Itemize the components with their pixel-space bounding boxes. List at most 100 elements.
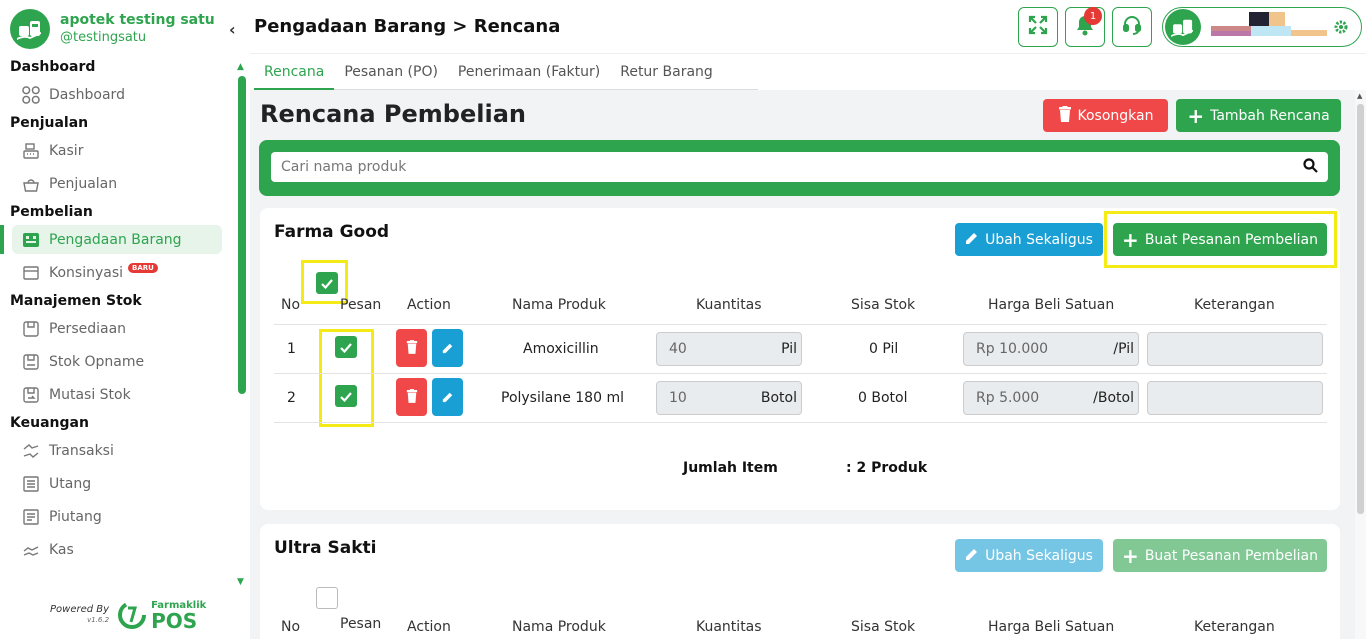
price-unit: /Botol	[1093, 390, 1134, 406]
tab-penerimaan[interactable]: Penerimaan (Faktur)	[448, 56, 610, 90]
price-value: Rp 10.000	[976, 341, 1049, 357]
col-nama-produk: Nama Produk	[512, 619, 606, 635]
buat-pesanan-button[interactable]: + Buat Pesanan Pembelian	[1113, 223, 1327, 256]
col-action: Action	[407, 619, 451, 635]
supplier-name: Ultra Sakti	[274, 538, 377, 558]
divider	[274, 373, 1327, 374]
page-heading: Rencana Pembelian	[260, 100, 526, 128]
redacted-user-info	[1211, 12, 1331, 42]
price-unit: /Pil	[1113, 341, 1134, 357]
sidebar-item-piutang[interactable]: Piutang	[0, 500, 234, 533]
edit-button[interactable]	[432, 329, 463, 367]
tab-pesanan[interactable]: Pesanan (PO)	[334, 56, 448, 90]
row-checkbox[interactable]	[335, 385, 357, 407]
delete-button[interactable]	[396, 329, 427, 367]
price-field[interactable]: Rp 5.000 /Botol	[963, 381, 1139, 415]
sidebar-scrollbar[interactable]: ▲ ▼	[236, 62, 248, 587]
search-icon[interactable]	[1303, 157, 1318, 177]
quantity-value: 10	[669, 390, 687, 406]
plus-icon: +	[1187, 103, 1205, 128]
product-name: Polysilane 180 ml	[501, 390, 624, 406]
sidebar-item-penjualan[interactable]: Penjualan	[0, 167, 234, 200]
ubah-sekaligus-button[interactable]: Ubah Sekaligus	[955, 539, 1103, 572]
sidebar-item-label: Transaksi	[49, 442, 114, 459]
note-field[interactable]	[1147, 381, 1323, 415]
powered-by: Powered By v1.6.2 Farmaklik POS	[50, 600, 206, 631]
cash-register-icon	[22, 142, 40, 160]
farmaklik-logo: Farmaklik POS	[117, 600, 206, 631]
check-icon	[340, 387, 352, 406]
quantity-unit: Botol	[760, 390, 797, 406]
col-no: No	[281, 619, 301, 635]
search-bar	[259, 140, 1340, 196]
sidebar-item-dashboard[interactable]: Dashboard	[0, 78, 234, 111]
consign-icon	[22, 264, 40, 282]
tambah-rencana-button[interactable]: + Tambah Rencana	[1176, 99, 1341, 132]
col-sisa-stok: Sisa Stok	[851, 619, 916, 635]
section-manajemen-stok: Manajemen Stok	[10, 293, 142, 309]
ubah-sekaligus-label: Ubah Sekaligus	[985, 231, 1093, 248]
summary-value: : 2 Produk	[846, 460, 928, 476]
fullscreen-icon	[1028, 15, 1048, 39]
sidebar-item-utang[interactable]: Utang	[0, 467, 234, 500]
price-field[interactable]: Rp 10.000 /Pil	[963, 332, 1139, 366]
cash-hand-icon	[22, 541, 40, 559]
row-checkbox[interactable]	[335, 336, 357, 358]
sidebar-item-label: Mutasi Stok	[49, 386, 131, 403]
sidebar-item-pengadaan-barang[interactable]: Pengadaan Barang	[0, 225, 222, 254]
receipt-icon	[22, 508, 40, 526]
select-all-checkbox[interactable]	[316, 587, 338, 609]
box-icon	[22, 320, 40, 338]
kosongkan-button[interactable]: Kosongkan	[1043, 99, 1168, 132]
list-icon	[22, 475, 40, 493]
plus-icon: +	[1122, 227, 1139, 252]
content-area: Rencana Pembelian Kosongkan + Tambah Ren…	[250, 90, 1355, 639]
sidebar-nav: Dashboard Dashboard Penjualan Kasir Penj…	[0, 56, 234, 566]
content-scroll-thumb[interactable]	[1357, 104, 1364, 514]
tab-bar: Rencana Pesanan (PO) Penerimaan (Faktur)…	[254, 56, 758, 90]
main-area: Pengadaan Barang > Rencana 1 Rencana Pes…	[250, 0, 1366, 639]
col-sisa-stok: Sisa Stok	[851, 297, 916, 313]
scroll-down-icon[interactable]: ▼	[237, 577, 244, 587]
profile-menu[interactable]	[1162, 7, 1362, 47]
tab-rencana[interactable]: Rencana	[254, 56, 335, 90]
sidebar-item-stok-opname[interactable]: Stok Opname	[0, 345, 234, 378]
delete-button[interactable]	[396, 378, 427, 416]
edit-button[interactable]	[432, 378, 463, 416]
col-harga-beli: Harga Beli Satuan	[988, 297, 1115, 313]
search-box	[271, 152, 1328, 182]
quantity-field[interactable]: 40 Pil	[656, 332, 802, 366]
gear-icon[interactable]	[1333, 19, 1349, 39]
note-field[interactable]	[1147, 332, 1323, 366]
sidebar-scroll-thumb[interactable]	[238, 76, 246, 394]
support-button[interactable]	[1112, 7, 1152, 47]
col-nama-produk: Nama Produk	[512, 297, 606, 313]
sidebar-item-konsinyasi[interactable]: Konsinyasi BARU	[0, 256, 234, 289]
col-pesan: Pesan	[340, 297, 382, 313]
search-input[interactable]	[281, 159, 1303, 175]
ubah-sekaligus-button[interactable]: Ubah Sekaligus	[955, 223, 1103, 256]
scroll-up-icon[interactable]: ▲	[237, 62, 244, 72]
section-dashboard: Dashboard	[10, 59, 96, 75]
trash-icon	[406, 388, 418, 407]
select-all-checkbox[interactable]	[316, 272, 338, 294]
basket-icon	[22, 175, 40, 193]
quantity-field[interactable]: 10 Botol	[656, 381, 802, 415]
trash-icon	[406, 339, 418, 358]
buat-pesanan-button[interactable]: + Buat Pesanan Pembelian	[1113, 539, 1327, 572]
sidebar-item-label: Pengadaan Barang	[49, 231, 182, 248]
price-value: Rp 5.000	[976, 390, 1040, 406]
sidebar-item-kasir[interactable]: Kasir	[0, 134, 234, 167]
collapse-sidebar-icon[interactable]: ‹	[229, 20, 236, 39]
grid-icon	[22, 85, 40, 104]
scroll-up-icon[interactable]: ▲	[1357, 92, 1362, 100]
fullscreen-button[interactable]	[1018, 7, 1058, 47]
col-harga-beli: Harga Beli Satuan	[988, 619, 1115, 635]
sidebar-item-mutasi-stok[interactable]: Mutasi Stok	[0, 378, 234, 411]
content-scrollbar[interactable]: ▲	[1355, 90, 1366, 639]
sidebar-item-kas[interactable]: Kas	[0, 533, 234, 566]
sidebar-item-persediaan[interactable]: Persediaan	[0, 312, 234, 345]
tab-retur[interactable]: Retur Barang	[610, 56, 723, 90]
sidebar-item-transaksi[interactable]: Transaksi	[0, 434, 234, 467]
notification-button[interactable]: 1	[1065, 7, 1105, 47]
